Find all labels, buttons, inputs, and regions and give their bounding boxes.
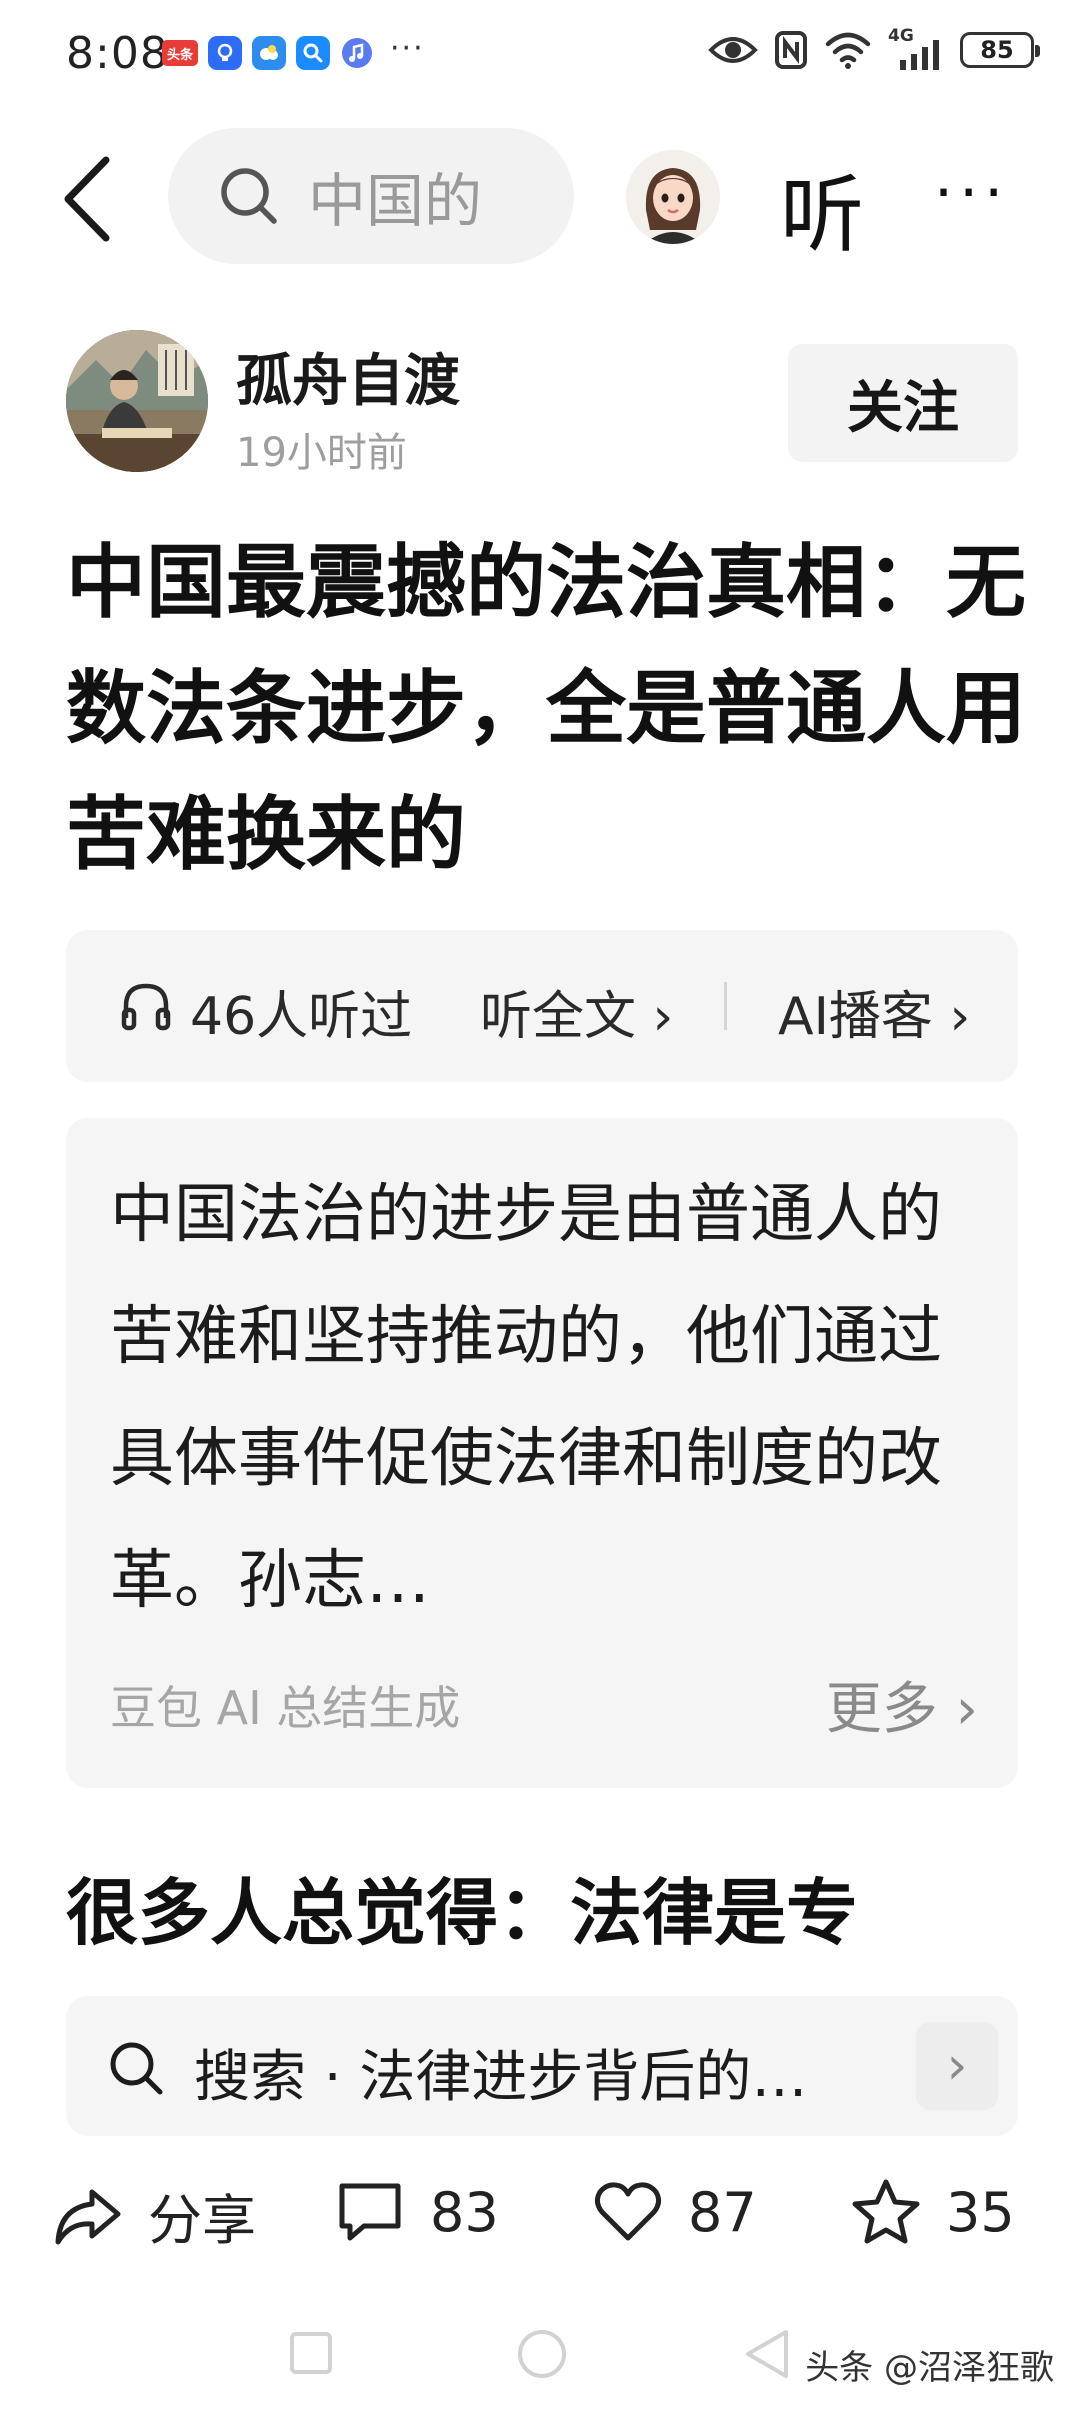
- listen-button[interactable]: 听: [780, 148, 864, 269]
- listen-full-text-button[interactable]: 听全文 ›: [480, 974, 673, 1049]
- ai-podcast-button[interactable]: AI播客 ›: [778, 974, 970, 1049]
- action-bar: 分享 83 87 35: [0, 2160, 1084, 2270]
- listen-full-text-label: 听全文: [480, 987, 637, 1047]
- ai-summary-card[interactable]: 中国法治的进步是由普通人的苦难和坚持推动的，他们通过具体事件促使法律和制度的改革…: [66, 1118, 1018, 1788]
- weather-app-icon: [252, 36, 286, 70]
- search-suggestion[interactable]: 搜索 · 法律进步背后的… ›: [66, 1996, 1018, 2136]
- follow-button[interactable]: 关注: [788, 344, 1018, 462]
- recents-button[interactable]: [290, 2332, 332, 2374]
- heart-icon: [594, 2182, 662, 2241]
- chevron-right-icon: ›: [636, 987, 674, 1047]
- watermark: 头条 @沼泽狂歌: [805, 2348, 1054, 2388]
- nfc-icon: [775, 31, 807, 69]
- top-navigation: 中国的 听 ···: [0, 128, 1084, 268]
- favorite-button[interactable]: 35: [850, 2176, 1015, 2248]
- status-bar: 8:08 头条 ··· 4G 85: [0, 0, 1084, 110]
- author-name[interactable]: 孤舟自渡: [236, 336, 460, 417]
- article-body-line: 很多人总觉得：法律是专: [66, 1871, 859, 1955]
- comment-icon: [339, 2183, 401, 2241]
- divider: [724, 982, 727, 1030]
- chevron-right-icon: ›: [932, 987, 971, 1047]
- eye-icon: [708, 37, 758, 63]
- search-suggestion-text: 搜索 · 法律进步背后的…: [194, 2045, 808, 2110]
- search-icon: [221, 168, 277, 224]
- battery-indicator: 85: [960, 32, 1040, 68]
- article-title: 中国最震撼的法治真相：无数法条进步，全是普通人用苦难换来的: [66, 536, 1026, 881]
- back-triangle-icon[interactable]: [742, 2328, 792, 2380]
- signal-indicator: 4G: [888, 26, 944, 70]
- back-arrow-icon[interactable]: [54, 154, 124, 244]
- search-app-icon: [296, 36, 330, 70]
- comment-button[interactable]: 83: [334, 2176, 499, 2248]
- summary-source: 豆包 AI 总结生成: [110, 1681, 461, 1735]
- status-time: 8:08: [66, 28, 169, 79]
- chevron-right-icon[interactable]: ›: [916, 2022, 998, 2110]
- listen-bar: 46人听过 听全文 › AI播客 ›: [66, 930, 1018, 1082]
- more-options-button[interactable]: ···: [934, 158, 1009, 228]
- music-app-icon: [340, 36, 374, 70]
- listener-count: 46人听过: [190, 987, 413, 1047]
- favorite-count: 35: [946, 2180, 1015, 2244]
- ai-podcast-label: AI播客: [778, 987, 933, 1047]
- publish-time: 19小时前: [236, 430, 407, 476]
- share-button[interactable]: 分享: [52, 2176, 256, 2255]
- summary-text: 中国法治的进步是由普通人的苦难和坚持推动的，他们通过具体事件促使法律和制度的改革…: [110, 1178, 942, 1618]
- home-button[interactable]: [518, 2330, 566, 2378]
- comment-count: 83: [430, 2180, 499, 2244]
- share-icon: [55, 2189, 121, 2244]
- search-bar[interactable]: 中国的: [168, 128, 574, 264]
- headphones-icon: [121, 983, 171, 1031]
- wifi-icon: [825, 32, 871, 69]
- ai-assistant-avatar[interactable]: [626, 150, 720, 244]
- system-navigation-bar: 头条 @沼泽狂歌: [0, 2300, 1084, 2412]
- search-query-text: 中国的: [308, 167, 483, 235]
- bulb-app-icon: [208, 36, 242, 70]
- author-avatar[interactable]: [66, 330, 208, 472]
- search-icon: [110, 2042, 163, 2095]
- star-icon: [852, 2179, 920, 2244]
- toutiao-app-icon: 头条: [162, 40, 198, 66]
- summary-more-label: 更多: [825, 1677, 938, 1742]
- chevron-right-icon: ›: [937, 1677, 978, 1742]
- like-button[interactable]: 87: [592, 2176, 757, 2248]
- summary-more-button[interactable]: 更多 ›: [826, 1664, 978, 1745]
- system-icons: 4G 85: [708, 26, 1040, 70]
- share-label: 分享: [148, 2189, 256, 2252]
- more-notifications-icon: ···: [390, 30, 425, 66]
- signal-bars-icon: [900, 40, 939, 70]
- notification-icons: 头条 ···: [162, 31, 425, 70]
- like-count: 87: [688, 2180, 757, 2244]
